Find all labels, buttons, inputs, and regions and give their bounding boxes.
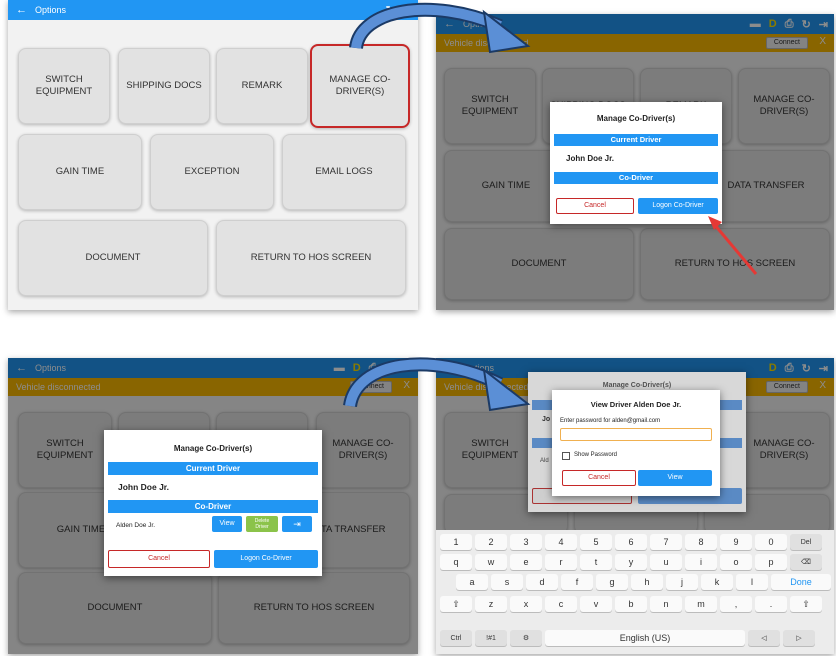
logon-codriver-button[interactable]: Logon Co-Driver [214, 550, 318, 568]
password-prompt: Enter password for alden@gmail.com [560, 418, 661, 424]
top-app-bar: ← Options ↻ ⇥ [8, 0, 418, 20]
manage-codrivers-dialog: Manage Co-Driver(s) Current Driver John … [104, 430, 322, 576]
key-fn-4[interactable]: ◁ [748, 630, 780, 646]
key-h[interactable]: h [631, 574, 663, 590]
key-5[interactable]: 5 [580, 534, 612, 550]
key-p[interactable]: p [755, 554, 787, 570]
dialog-title: Manage Co-Driver(s) [173, 444, 253, 453]
key-3[interactable]: 3 [510, 534, 542, 550]
key-fn-8[interactable]: , [720, 596, 752, 612]
cancel-button[interactable]: Cancel [108, 550, 210, 568]
key-8[interactable]: 8 [685, 534, 717, 550]
key-w[interactable]: w [475, 554, 507, 570]
view-driver-dialog: View Driver Alden Doe Jr. Enter password… [552, 390, 720, 496]
key-fn-2[interactable]: ⚙ [510, 630, 542, 646]
refresh-icon[interactable]: ↻ [386, 4, 395, 17]
show-password-checkbox[interactable] [562, 452, 570, 460]
key-2[interactable]: 2 [475, 534, 507, 550]
key-g[interactable]: g [596, 574, 628, 590]
key-q[interactable]: q [440, 554, 472, 570]
key-e[interactable]: e [510, 554, 542, 570]
key-d[interactable]: d [526, 574, 558, 590]
current-driver-name: John Doe Jr. [118, 482, 170, 492]
return-hos-button[interactable]: RETURN TO HOS SCREEN [216, 220, 406, 296]
password-input[interactable] [560, 428, 712, 441]
key-s[interactable]: s [491, 574, 523, 590]
logon-icon-button[interactable]: ⇥ [282, 516, 312, 532]
key-n[interactable]: n [650, 596, 682, 612]
key-x[interactable]: x [510, 596, 542, 612]
key-4[interactable]: 4 [545, 534, 577, 550]
key-fn-9[interactable]: Done [771, 574, 831, 590]
key-m[interactable]: m [685, 596, 717, 612]
exception-button[interactable]: EXCEPTION [150, 134, 274, 210]
back-arrow-icon[interactable]: ← [16, 4, 27, 16]
key-fn-10[interactable]: ⌫ [790, 554, 822, 570]
key-6[interactable]: 6 [615, 534, 647, 550]
key-7[interactable]: 7 [650, 534, 682, 550]
key-r[interactable]: r [545, 554, 577, 570]
options-screen-3: ← Options ▬ D ⎙ ↻ ⇥ Vehicle disconnected… [8, 358, 418, 654]
key-fn-3[interactable]: English (US) [545, 630, 745, 646]
key-v[interactable]: v [580, 596, 612, 612]
key-1[interactable]: 1 [440, 534, 472, 550]
delete-driver-button[interactable]: Delete Driver [246, 516, 278, 532]
options-screen-1: ← Options ↻ ⇥ SWITCH EQUIPMENT SHIPPING … [8, 0, 418, 310]
view-driver-button[interactable]: View [212, 516, 242, 532]
key-b[interactable]: b [615, 596, 647, 612]
dialog-title: View Driver Alden Doe Jr. [590, 400, 682, 409]
options-screen-4: ← Options D ⎙ ↻ ⇥ Vehicle disconnected C… [436, 358, 834, 654]
key-y[interactable]: y [615, 554, 647, 570]
key-fn-10[interactable]: ⇧ [790, 596, 822, 612]
key-f[interactable]: f [561, 574, 593, 590]
key-t[interactable]: t [580, 554, 612, 570]
key-fn-9[interactable]: . [755, 596, 787, 612]
key-j[interactable]: j [666, 574, 698, 590]
key-u[interactable]: u [650, 554, 682, 570]
codriver-header: Co-Driver [108, 500, 318, 513]
key-k[interactable]: k [701, 574, 733, 590]
key-c[interactable]: c [545, 596, 577, 612]
remark-button[interactable]: REMARK [216, 48, 308, 124]
view-button[interactable]: View [638, 470, 712, 486]
gain-time-button[interactable]: GAIN TIME [18, 134, 142, 210]
key-o[interactable]: o [720, 554, 752, 570]
options-screen-2: ← Options ▬ D ⎙ ↻ ⇥ Vehicle disconnected… [436, 14, 834, 310]
manage-codrivers-button[interactable]: MANAGE CO- DRIVER(S) [310, 44, 410, 128]
shipping-docs-button[interactable]: SHIPPING DOCS [118, 48, 210, 124]
key-fn-0[interactable]: ⇧ [440, 596, 472, 612]
current-driver-header: Current Driver [108, 462, 318, 475]
switch-equipment-button[interactable]: SWITCH EQUIPMENT [18, 48, 110, 124]
key-i[interactable]: i [685, 554, 717, 570]
dialog-title: Manage Co-Driver(s) [602, 382, 672, 389]
document-button[interactable]: DOCUMENT [18, 220, 208, 296]
screen-title: Options [35, 5, 67, 15]
key-z[interactable]: z [475, 596, 507, 612]
key-9[interactable]: 9 [720, 534, 752, 550]
codriver-name: Alden Doe Jr. [116, 522, 156, 529]
key-fn-10[interactable]: Del [790, 534, 822, 550]
key-a[interactable]: a [456, 574, 488, 590]
current-driver-name: Jo [542, 416, 551, 423]
show-password-label: Show Password [574, 452, 618, 458]
key-fn-0[interactable]: Ctrl [440, 630, 472, 646]
logon-icon: ⇥ [293, 519, 301, 529]
key-fn-1[interactable]: !#1 [475, 630, 507, 646]
codriver-name: Ald [540, 458, 549, 464]
onscreen-keyboard: 1 2 3 4 5 6 7 8 9 0 Del q w e r t y u i o p ⌫ a s d f g h j k l Done ⇧ z x… [436, 530, 834, 654]
red-pointer-arrow [708, 216, 758, 275]
key-l[interactable]: l [736, 574, 768, 590]
logout-icon[interactable]: ⇥ [403, 4, 412, 17]
cancel-button[interactable]: Cancel [562, 470, 636, 486]
key-0[interactable]: 0 [755, 534, 787, 550]
email-logs-button[interactable]: EMAIL LOGS [282, 134, 406, 210]
key-fn-5[interactable]: ▷ [783, 630, 815, 646]
